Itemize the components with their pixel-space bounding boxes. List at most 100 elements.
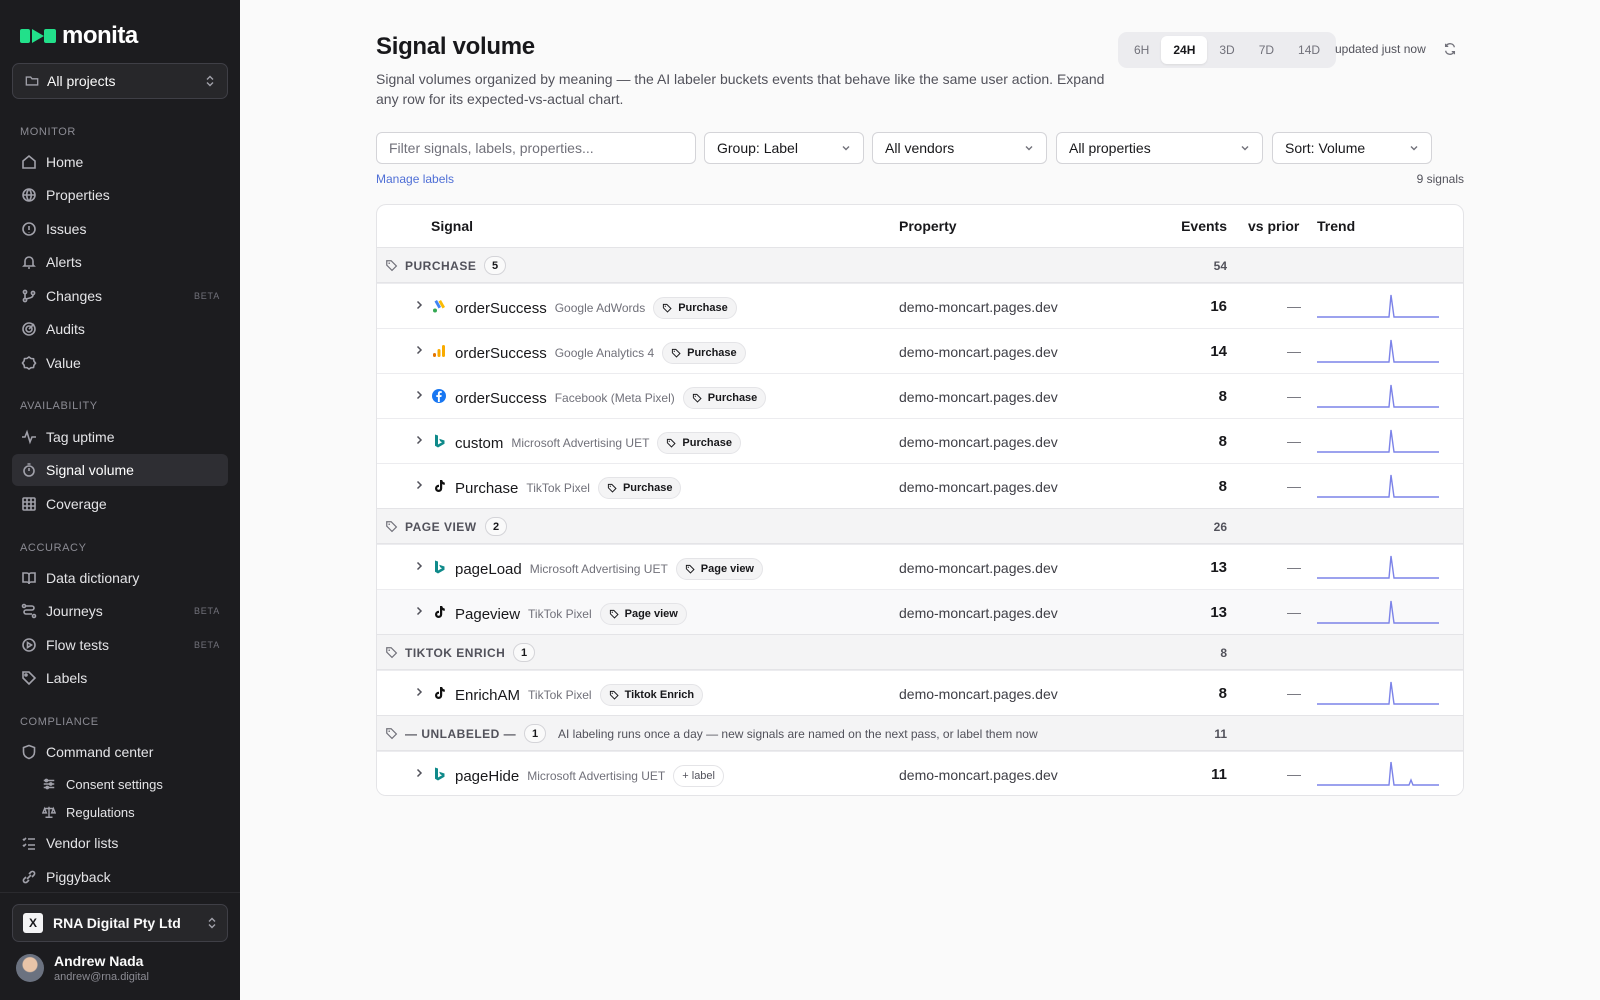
label-pill[interactable]: Page view bbox=[599, 603, 687, 625]
chevron-right-icon[interactable] bbox=[413, 299, 425, 311]
group-dropdown[interactable]: Group: Label bbox=[704, 132, 864, 164]
add-label-button[interactable]: + label bbox=[673, 765, 724, 787]
nav-flow-tests[interactable]: Flow tests BETA bbox=[12, 629, 228, 661]
signal-name[interactable]: Pageview bbox=[455, 606, 520, 623]
table-row[interactable]: Pageview TikTok Pixel Page view demo-moncar… bbox=[377, 589, 1463, 634]
chevron-right-icon[interactable] bbox=[413, 686, 425, 698]
vs-prior-cell: — bbox=[1287, 478, 1301, 494]
trend-line bbox=[1317, 339, 1439, 363]
chevron-right-icon[interactable] bbox=[413, 605, 425, 617]
chevron-right-icon[interactable] bbox=[413, 434, 425, 446]
nav-home[interactable]: Home bbox=[12, 146, 228, 178]
range-24h[interactable]: 24H bbox=[1161, 36, 1208, 64]
group-header[interactable]: — UNLABELED — 1 AI labeling runs once a da… bbox=[377, 715, 1463, 751]
nav-data-dictionary[interactable]: Data dictionary bbox=[12, 562, 228, 594]
stopwatch-icon bbox=[20, 461, 38, 479]
nav-value[interactable]: Value bbox=[12, 347, 228, 379]
sort-dropdown[interactable]: Sort: Volume bbox=[1272, 132, 1432, 164]
chevron-right-icon[interactable] bbox=[413, 560, 425, 572]
table-row[interactable]: orderSuccess Google Analytics 4 Purchase de… bbox=[377, 328, 1463, 373]
nav-coverage[interactable]: Coverage bbox=[12, 488, 228, 520]
filter-input[interactable]: Filter signals, labels, properties... bbox=[376, 132, 696, 164]
chevron-right-icon[interactable] bbox=[413, 389, 425, 401]
signal-name[interactable]: custom bbox=[455, 435, 503, 452]
group-header[interactable]: PAGE VIEW 2 26 bbox=[377, 508, 1463, 544]
range-7d[interactable]: 7D bbox=[1247, 36, 1286, 64]
user-profile[interactable]: Andrew Nada andrew@rna.digital bbox=[16, 953, 149, 983]
chain-icon bbox=[20, 868, 38, 886]
column-signal[interactable]: Signal bbox=[431, 218, 473, 234]
signal-name[interactable]: orderSuccess bbox=[455, 300, 547, 317]
group-header[interactable]: PURCHASE 5 54 bbox=[377, 247, 1463, 283]
column-property[interactable]: Property bbox=[899, 218, 957, 234]
grid-icon bbox=[20, 495, 38, 513]
label-pill[interactable]: Page view bbox=[675, 558, 763, 580]
nav-command-center[interactable]: Command center bbox=[12, 736, 228, 768]
nav-changes[interactable]: Changes BETA bbox=[12, 280, 228, 312]
nav-alerts[interactable]: Alerts bbox=[12, 246, 228, 278]
nav-vendor-lists[interactable]: Vendor lists bbox=[12, 827, 228, 859]
signal-name[interactable]: pageLoad bbox=[455, 561, 522, 578]
nav-audits[interactable]: Audits bbox=[12, 313, 228, 345]
label-pill[interactable]: Purchase bbox=[682, 387, 767, 409]
signal-name[interactable]: orderSuccess bbox=[455, 345, 547, 362]
app-logo[interactable]: monita bbox=[20, 22, 138, 50]
signal-name[interactable]: orderSuccess bbox=[455, 390, 547, 407]
range-14d[interactable]: 14D bbox=[1286, 36, 1332, 64]
refresh-icon[interactable] bbox=[1443, 42, 1457, 56]
manage-labels-link[interactable]: Manage labels bbox=[376, 172, 454, 186]
signal-name[interactable]: Purchase bbox=[455, 480, 518, 497]
chevron-right-icon[interactable] bbox=[413, 479, 425, 491]
events-cell: 8 bbox=[1218, 478, 1227, 495]
column-vs-prior[interactable]: vs prior bbox=[1248, 218, 1299, 234]
route-icon bbox=[20, 602, 38, 620]
vendor-name: Microsoft Advertising UET bbox=[511, 436, 650, 450]
group-header[interactable]: TIKTOK ENRICH 1 8 bbox=[377, 634, 1463, 670]
chevron-right-icon[interactable] bbox=[413, 344, 425, 356]
nav-journeys[interactable]: Journeys BETA bbox=[12, 595, 228, 627]
org-selector[interactable]: X RNA Digital Pty Ltd bbox=[12, 904, 228, 942]
nav-signal-volume[interactable]: Signal volume bbox=[12, 454, 228, 486]
nav-tag-uptime[interactable]: Tag uptime bbox=[12, 421, 228, 453]
group-name: PAGE VIEW bbox=[405, 520, 477, 534]
nav-regulations[interactable]: Regulations bbox=[12, 798, 228, 826]
range-6h[interactable]: 6H bbox=[1122, 36, 1161, 64]
properties-dropdown[interactable]: All properties bbox=[1056, 132, 1263, 164]
property-cell: demo-moncart.pages.dev bbox=[899, 299, 1058, 315]
table-row[interactable]: custom Microsoft Advertising UET Purchase d… bbox=[377, 418, 1463, 463]
range-3d[interactable]: 3D bbox=[1207, 36, 1246, 64]
nav-labels[interactable]: Labels bbox=[12, 662, 228, 694]
label-pill[interactable]: Purchase bbox=[657, 432, 741, 454]
events-cell: 16 bbox=[1210, 298, 1227, 315]
nav-label: Labels bbox=[46, 670, 88, 686]
nav-piggyback[interactable]: Piggyback bbox=[12, 861, 228, 893]
nav-consent-settings[interactable]: Consent settings bbox=[12, 770, 228, 798]
table-row[interactable]: Purchase TikTok Pixel Purchase demo-moncart… bbox=[377, 463, 1463, 508]
vendors-dropdown[interactable]: All vendors bbox=[872, 132, 1047, 164]
chevron-right-icon[interactable] bbox=[413, 767, 425, 779]
label-pill[interactable]: Purchase bbox=[597, 477, 682, 499]
table-row[interactable]: orderSuccess Facebook (Meta Pixel) Purchas… bbox=[377, 373, 1463, 418]
label-pill[interactable]: Tiktok Enrich bbox=[599, 684, 704, 706]
nav-issues[interactable]: Issues bbox=[12, 213, 228, 245]
events-cell: 13 bbox=[1210, 604, 1227, 621]
logo-mark-icon bbox=[20, 29, 56, 43]
alert-circle-icon bbox=[20, 220, 38, 238]
signal-cell: pageLoad Microsoft Advertising UET Page vi… bbox=[455, 558, 763, 580]
nav-properties[interactable]: Properties bbox=[12, 179, 228, 211]
column-events[interactable]: Events bbox=[1181, 218, 1227, 234]
label-pill[interactable]: Purchase bbox=[662, 342, 746, 364]
signal-name[interactable]: EnrichAM bbox=[455, 687, 520, 704]
project-selector[interactable]: All projects bbox=[12, 63, 228, 99]
property-cell: demo-moncart.pages.dev bbox=[899, 479, 1058, 495]
table-row[interactable]: orderSuccess Google AdWords Purchase demo-m… bbox=[377, 283, 1463, 328]
label-pill[interactable]: Purchase bbox=[653, 297, 737, 319]
table-row[interactable]: pageLoad Microsoft Advertising UET Page vi… bbox=[377, 544, 1463, 589]
trend-line bbox=[1317, 429, 1439, 453]
signal-name[interactable]: pageHide bbox=[455, 768, 519, 785]
google-ads-icon bbox=[433, 300, 445, 313]
table-row[interactable]: EnrichAM TikTok Pixel Tiktok Enrich demo-mo… bbox=[377, 670, 1463, 715]
git-branch-icon bbox=[20, 287, 38, 305]
table-row[interactable]: pageHide Microsoft Advertising UET + label… bbox=[377, 751, 1463, 795]
bing-icon bbox=[435, 434, 445, 448]
